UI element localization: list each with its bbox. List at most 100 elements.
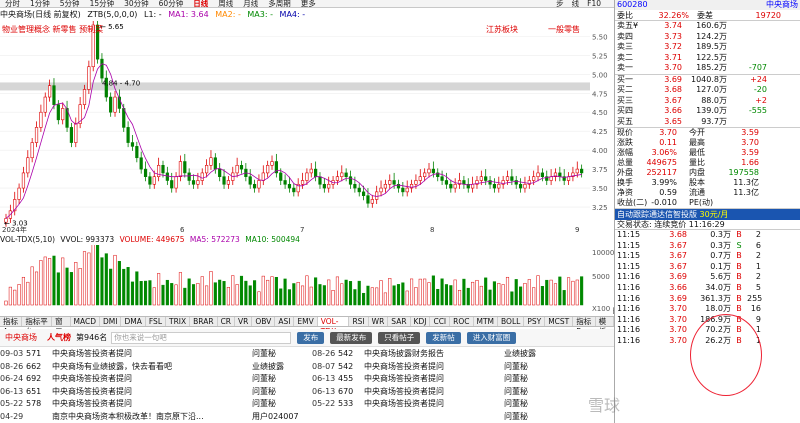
post-cell[interactable]: 南京中央商场资本积极改革！南京原下沿... (52, 411, 252, 423)
candle-body (444, 180, 449, 185)
bids-cell: 买五 (617, 116, 633, 126)
vol-ma10: MA10: 500494 (245, 235, 300, 244)
forum-new-post-button[interactable]: 发新帖 (426, 331, 461, 344)
indicator-tab-5[interactable]: DMA (121, 317, 146, 326)
period-tab-6[interactable]: 日线 (188, 0, 213, 8)
post-cell[interactable]: 中央商场有业绩披露，快去看看吧 (52, 361, 252, 374)
concept-region[interactable]: 江苏板块 (486, 24, 518, 35)
indicator-tab-1[interactable]: 指标平台 (22, 317, 53, 336)
kline-indicator[interactable]: ZTB(5,0,0,0) (87, 10, 137, 19)
indicator-tab-10[interactable]: VR (235, 317, 253, 326)
forum-enter-button[interactable]: 进入财富圈 (466, 331, 517, 344)
post-cell[interactable]: 中央商场答投资者提问 (52, 348, 252, 361)
candle-body (56, 104, 60, 121)
post-row[interactable]: 04-29 南京中央商场资本积极改革！南京原下沿... 用户024007 问董秘 (0, 411, 614, 423)
indicator-tab-3[interactable]: MACD (71, 317, 101, 326)
indicator-tab-22[interactable]: BOLL (498, 317, 525, 326)
y-tick-label: 3.25 (592, 204, 608, 212)
candle-body (300, 180, 305, 185)
indicator-tab-0[interactable]: 指标A (0, 317, 23, 336)
period-tab-0[interactable]: 分时 (0, 0, 25, 8)
toolbar-icon-2[interactable]: F10 (583, 0, 605, 8)
indicator-tab-23[interactable]: PSY (524, 317, 546, 326)
tick-cell: 11:16 (617, 293, 641, 303)
post-cell[interactable]: 中央商场答投资者提问 (52, 386, 252, 399)
period-tab-5[interactable]: 60分钟 (154, 0, 189, 8)
post-row[interactable]: 06-24 692 中央商场答投资者提问 问董秘 06-13 455 中央商场答投资者提问问… (0, 373, 614, 386)
indicator-tab-25[interactable]: 指标B (573, 317, 596, 336)
forum-comment-input[interactable]: 你也来说一句吧 (111, 331, 292, 344)
candle-body (30, 142, 34, 159)
indicator-tab-24[interactable]: MCST (545, 317, 574, 326)
toolbar-icon-0[interactable]: 步 (552, 0, 568, 8)
indicator-tab-7[interactable]: TRIX (166, 317, 191, 326)
period-tab-2[interactable]: 5分钟 (55, 0, 85, 8)
indicator-tab-15[interactable]: RSI (349, 317, 369, 326)
post-row[interactable]: 06-13 651 中央商场答投资者提问 问董秘 06-13 670 中央商场答投资者提问问… (0, 386, 614, 399)
concept-industry[interactable]: 一般零售 (548, 24, 580, 35)
concept-tags[interactable]: 物业管理概念 新零售 预制菜 (2, 24, 103, 35)
indicator-tab-21[interactable]: MTM (474, 317, 499, 326)
ask-row[interactable]: 卖一 3.70 185.2万 -707 (615, 63, 800, 74)
volume-chart[interactable]: 10000 5000 X100 (0, 245, 614, 315)
bid-row[interactable]: 买五 3.65 93.7万 (615, 117, 800, 128)
post-cell[interactable]: 中央商场答投资者提问 (364, 398, 504, 411)
forum-tab-hot[interactable]: 人气榜 (42, 329, 76, 347)
period-tab-1[interactable]: 1分钟 (25, 0, 55, 8)
indicator-tab-16[interactable]: WR (369, 317, 389, 326)
post-cell[interactable]: 中央商场答投资者提问 (364, 386, 504, 399)
bid-row[interactable]: 买一 3.69 1040.8万 +24 (615, 75, 800, 86)
indicator-tab-9[interactable]: CR (218, 317, 236, 326)
ask-row[interactable]: 卖五¥ 3.74 160.6万 (615, 21, 800, 32)
post-cell[interactable]: 中央商场答投资者提问 (52, 373, 252, 386)
post-cell[interactable]: 中央商场披露财务报告 (364, 348, 504, 361)
indicator-tab-6[interactable]: FSL (146, 317, 166, 326)
post-cell[interactable]: 中央商场答投资者提问 (52, 398, 252, 411)
forum-only-posts-button[interactable]: 只看帖子 (378, 331, 421, 344)
candle-body (266, 165, 270, 174)
period-tab-8[interactable]: 月线 (238, 0, 263, 8)
candle-body (257, 180, 261, 189)
stat-cell: 换手 (617, 178, 633, 187)
period-tab-10[interactable]: 更多 (296, 0, 321, 8)
ask-row[interactable]: 卖四 3.73 124.2万 (615, 32, 800, 43)
ask-row[interactable]: 卖三 3.72 189.5万 (615, 42, 800, 53)
ad-banner[interactable]: 自动跟踪通达信智投版 30元/月 (615, 209, 800, 220)
toolbar-icon-1[interactable]: 线 (568, 0, 584, 8)
bid-row[interactable]: 买二 3.68 127.0万 -20 (615, 85, 800, 96)
post-row[interactable]: 08-26 662 中央商场有业绩披露，快去看看吧 业绩披露 08-07 542 中央商场答… (0, 361, 614, 374)
indicator-tab-26[interactable]: 模板 (596, 317, 614, 336)
post-cell[interactable]: 中央商场答投资者提问 (364, 373, 504, 386)
forum-newest-button[interactable]: 最新发布 (330, 331, 373, 344)
indicator-tab-8[interactable]: BRAR (190, 317, 218, 326)
indicator-tab-18[interactable]: KDJ (411, 317, 431, 326)
indicator-tab-4[interactable]: DMI (100, 317, 122, 326)
vol-vvol: VVOL: 993373 (60, 235, 115, 244)
post-row[interactable]: 05-22 578 中央商场答投资者提问 问董秘 05-22 533 中央商场答投资者提问问… (0, 398, 614, 411)
indicator-tab-14[interactable]: VOL-TDX (317, 317, 350, 336)
tick-cell: 2 (755, 251, 761, 261)
forum-tab-stock[interactable]: 中央商场 (0, 329, 42, 347)
indicator-tab-12[interactable]: ASI (275, 317, 295, 326)
post-row[interactable]: 09-03 571 中央商场答投资者提问 问董秘 08-26 542 中央商场披露财务报告业… (0, 348, 614, 361)
indicator-tab-17[interactable]: SAR (388, 317, 411, 326)
indicator-tab-20[interactable]: ROC (450, 317, 474, 326)
kline-chart[interactable]: 5.50 5.25 5.00 4.75 4.50 4.25 4.00 3.75 3.50 3.25… (0, 21, 614, 234)
indicator-tab-11[interactable]: OBV (252, 317, 276, 326)
bid-row[interactable]: 买四 3.66 139.0万 -555 (615, 106, 800, 117)
period-tab-4[interactable]: 30分钟 (119, 0, 154, 8)
ask-row[interactable]: 卖二 3.71 122.5万 (615, 53, 800, 64)
period-tab-7[interactable]: 周线 (213, 0, 238, 8)
indicator-tab-2[interactable]: 窗口 (52, 317, 71, 336)
candle-body (135, 146, 139, 159)
bid-row[interactable]: 买三 3.67 88.0万 +2 (615, 96, 800, 107)
period-tab-9[interactable]: 多周期 (263, 0, 296, 8)
indicator-tab-19[interactable]: CCI (430, 317, 451, 326)
indicator-tab-13[interactable]: EMV (294, 317, 318, 326)
forum-post-button[interactable]: 发布 (297, 331, 325, 344)
post-cell[interactable] (364, 411, 504, 423)
period-tab-3[interactable]: 15分钟 (85, 0, 120, 8)
post-cell[interactable]: 中央商场答投资者提问 (364, 361, 504, 374)
post-cell: 问董秘 (504, 411, 528, 421)
candle-body (327, 183, 331, 189)
